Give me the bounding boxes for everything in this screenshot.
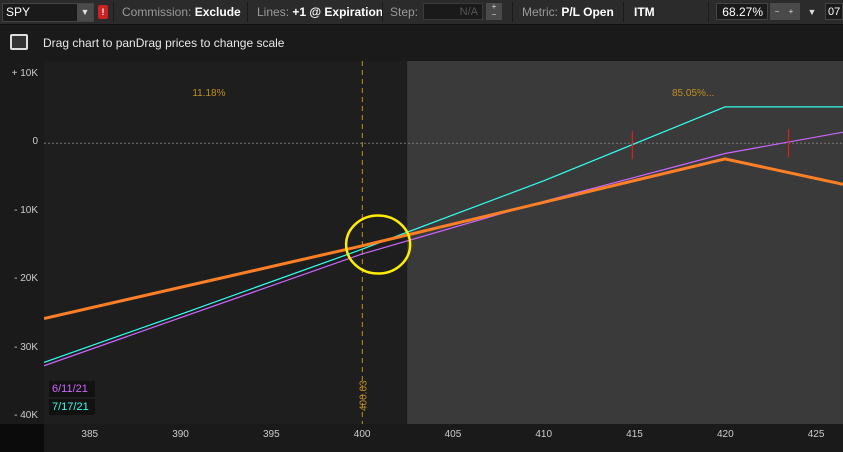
y-tick-label: + 10K	[11, 67, 38, 79]
x-axis: 385 390 395 400 405 410 415 420 425	[44, 424, 843, 452]
alert-flag-icon: !	[98, 5, 108, 19]
y-tick-label: - 40K	[14, 410, 38, 422]
x-tick-label: 390	[172, 429, 189, 440]
y-tick-label: - 30K	[14, 341, 38, 353]
divider	[247, 2, 248, 22]
x-tick-label: 405	[444, 429, 462, 440]
probability-left-label: 11.18%	[192, 88, 225, 99]
plus-icon[interactable]: +	[784, 3, 798, 20]
toolbar: SPY ▼ ! Commission: Exclude Lines: +1 @ …	[0, 0, 843, 25]
probability-right-label: 85.05%...	[672, 88, 714, 99]
x-tick-label: 425	[807, 429, 825, 440]
symbol-selector[interactable]: SPY ▼	[2, 3, 94, 22]
chevron-down-icon[interactable]: ▼	[804, 0, 820, 24]
x-tick-label: 410	[535, 429, 553, 440]
x-tick-label: 400	[353, 429, 371, 440]
metric-value: P/L Open	[561, 5, 614, 19]
step-input[interactable]: N/A	[423, 3, 483, 20]
x-tick-label: 415	[626, 429, 643, 440]
chart-hint: Drag chart to panDrag prices to change s…	[43, 36, 285, 50]
divider	[623, 2, 624, 22]
y-axis: + 10K 0 - 10K - 20K - 30K - 40K	[0, 61, 44, 424]
divider	[113, 2, 114, 22]
lines-value: +1 @ Expiration	[292, 5, 384, 19]
chart-hint-bar: Drag chart to panDrag prices to change s…	[0, 25, 843, 61]
x-tick-label: 385	[81, 429, 99, 440]
divider	[512, 2, 513, 22]
commission-selector[interactable]: Commission: Exclude	[122, 0, 241, 24]
x-tick-label: 420	[716, 429, 734, 440]
probability-zone	[407, 61, 843, 424]
minus-icon[interactable]: −	[770, 3, 784, 20]
minus-icon[interactable]: −	[486, 11, 502, 19]
series-legend-7-17: 7/17/21	[49, 399, 95, 415]
step-spinner[interactable]: + −	[486, 3, 502, 20]
itm-spinner[interactable]: − +	[770, 3, 800, 20]
overflow-field[interactable]: 07	[825, 3, 843, 20]
y-tick-label: - 20K	[14, 273, 38, 285]
divider	[708, 2, 709, 22]
step-label: Step:	[390, 5, 419, 19]
metric-label: Metric:	[522, 5, 558, 19]
y-tick-label: 0	[32, 136, 38, 148]
chart-icon[interactable]	[10, 34, 28, 50]
series-legend-6-11: 6/11/21	[49, 381, 95, 397]
risk-profile-chart[interactable]: 11.18% 85.05%... 400.03	[44, 61, 843, 424]
metric-selector[interactable]: Metric: P/L Open	[522, 0, 614, 24]
itm-label: ITM	[634, 5, 655, 19]
itm-selector[interactable]: ITM	[634, 0, 655, 24]
divider	[382, 2, 383, 22]
itm-percent-input[interactable]: 68.27%	[716, 3, 768, 20]
chevron-down-icon[interactable]: ▼	[77, 4, 93, 21]
lines-selector[interactable]: Lines: +1 @ Expiration	[257, 0, 383, 24]
y-tick-label: - 10K	[14, 204, 38, 216]
series-label: 7/17/21	[52, 401, 89, 413]
x-tick-label: 395	[262, 429, 280, 440]
symbol-value: SPY	[6, 5, 31, 19]
commission-label: Commission:	[122, 5, 192, 19]
commission-value: Exclude	[194, 5, 241, 19]
cursor-price-label: 400.03	[358, 380, 369, 411]
series-label: 6/11/21	[52, 383, 88, 395]
lines-label: Lines:	[257, 5, 290, 19]
